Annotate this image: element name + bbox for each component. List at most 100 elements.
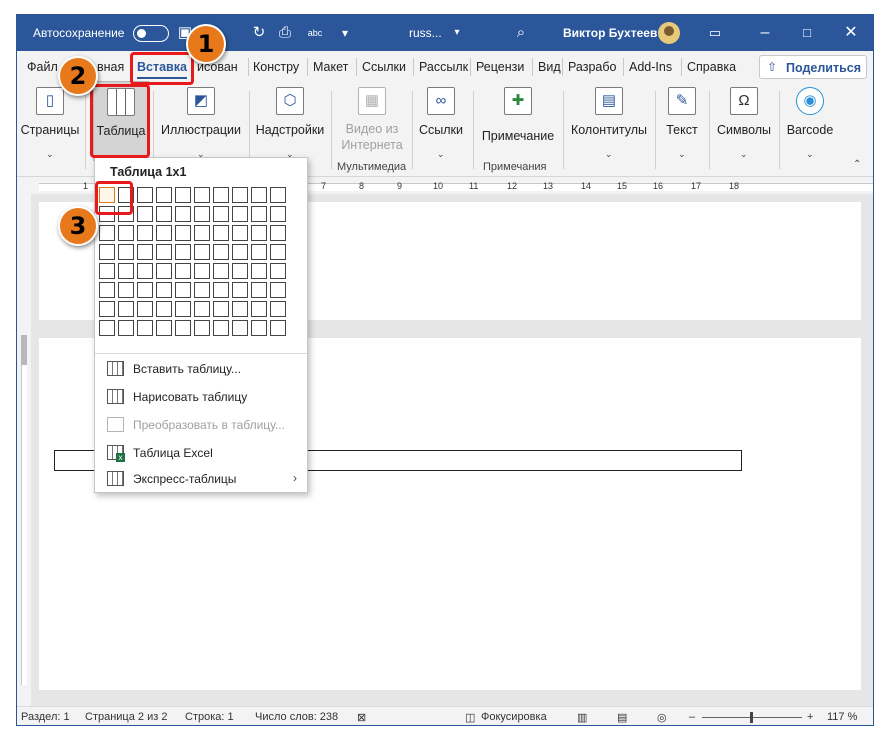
table-grid-cell[interactable] <box>213 301 229 317</box>
zoom-in-button[interactable]: + <box>807 711 813 723</box>
print-layout-icon[interactable]: ▤ <box>617 711 627 724</box>
line-status[interactable]: Строка: 1 <box>185 711 234 723</box>
table-grid-cell[interactable] <box>194 206 210 222</box>
minimize-icon[interactable]: – <box>755 23 775 43</box>
table-grid-cell[interactable] <box>213 206 229 222</box>
table-grid-cell[interactable] <box>175 301 191 317</box>
table-grid-cell[interactable] <box>270 282 286 298</box>
table-grid-cell[interactable] <box>251 225 267 241</box>
table-grid-cell[interactable] <box>213 263 229 279</box>
table-grid-cell[interactable] <box>99 301 115 317</box>
customize-icon[interactable]: ▾ <box>335 23 355 43</box>
table-grid-cell[interactable] <box>156 320 172 336</box>
page-status[interactable]: Страница 2 из 2 <box>85 711 167 723</box>
table-grid-cell[interactable] <box>213 320 229 336</box>
table-grid-cell[interactable] <box>175 263 191 279</box>
table-grid-cell[interactable] <box>175 244 191 260</box>
barcode-button[interactable]: ◉ Barcode ⌄ <box>783 81 837 161</box>
table-grid-cell[interactable] <box>251 244 267 260</box>
table-grid-cell[interactable] <box>118 301 134 317</box>
table-grid-cell[interactable] <box>194 187 210 203</box>
table-grid-cell[interactable] <box>118 320 134 336</box>
table-grid-cell[interactable] <box>251 263 267 279</box>
table-grid-cell[interactable] <box>232 263 248 279</box>
focus-mode[interactable]: Фокусировка <box>481 711 547 723</box>
table-grid-cell[interactable] <box>156 282 172 298</box>
table-grid-cell[interactable] <box>194 282 210 298</box>
tab-developer[interactable]: Разрабо <box>568 60 616 74</box>
insert-table-item[interactable]: Вставить таблицу... <box>95 356 307 382</box>
table-grid-cell[interactable] <box>194 320 210 336</box>
table-grid-cell[interactable] <box>137 206 153 222</box>
table-grid-cell[interactable] <box>251 320 267 336</box>
table-grid-cell[interactable] <box>232 282 248 298</box>
table-grid-cell[interactable] <box>118 282 134 298</box>
table-grid-cell[interactable] <box>118 225 134 241</box>
table-grid-cell[interactable] <box>99 282 115 298</box>
table-grid-cell[interactable] <box>194 301 210 317</box>
comment-button[interactable]: ✚ Примечание <box>477 81 559 161</box>
table-grid-cell[interactable] <box>156 263 172 279</box>
links-button[interactable]: ∞ Ссылки ⌄ <box>415 81 467 161</box>
tab-view[interactable]: Вид <box>538 60 561 74</box>
table-grid-cell[interactable] <box>213 282 229 298</box>
read-mode-icon[interactable]: ▥ <box>577 711 587 724</box>
table-grid-cell[interactable] <box>175 282 191 298</box>
table-grid-cell[interactable] <box>213 187 229 203</box>
table-grid-cell[interactable] <box>270 187 286 203</box>
table-grid-cell[interactable] <box>175 187 191 203</box>
table-grid-cell[interactable] <box>175 206 191 222</box>
tab-references[interactable]: Ссылки <box>362 60 406 74</box>
table-grid-cell[interactable] <box>213 225 229 241</box>
table-grid-cell[interactable] <box>156 187 172 203</box>
table-grid-cell[interactable] <box>194 225 210 241</box>
section-status[interactable]: Раздел: 1 <box>21 711 70 723</box>
table-grid-cell[interactable] <box>175 320 191 336</box>
symbols-button[interactable]: Ω Символы ⌄ <box>713 81 775 161</box>
search-icon[interactable]: ⌕ <box>511 23 531 43</box>
tab-mailings[interactable]: Рассылк <box>419 60 468 74</box>
zoom-level[interactable]: 117 % <box>827 711 857 723</box>
header-footer-button[interactable]: ▤ Колонтитулы ⌄ <box>567 81 651 161</box>
vertical-ruler[interactable] <box>17 335 31 695</box>
table-grid-cell[interactable] <box>137 263 153 279</box>
table-grid-cell[interactable] <box>251 282 267 298</box>
web-layout-icon[interactable]: ◎ <box>657 711 667 724</box>
table-grid-cell[interactable] <box>118 244 134 260</box>
table-grid-cell[interactable] <box>156 301 172 317</box>
table-grid-cell[interactable] <box>213 244 229 260</box>
spelling-icon[interactable]: abc <box>305 23 325 43</box>
tab-addins[interactable]: Add-Ins <box>629 60 672 74</box>
table-grid-cell[interactable] <box>270 225 286 241</box>
table-grid-cell[interactable] <box>99 320 115 336</box>
avatar[interactable] <box>658 22 680 44</box>
table-grid-cell[interactable] <box>270 244 286 260</box>
table-grid-cell[interactable] <box>99 263 115 279</box>
online-video-button[interactable]: ▦ Видео из Интернета <box>335 81 409 161</box>
table-grid-cell[interactable] <box>270 206 286 222</box>
table-grid-cell[interactable] <box>232 320 248 336</box>
draw-table-item[interactable]: Нарисовать таблицу <box>95 384 307 410</box>
table-grid-cell[interactable] <box>156 206 172 222</box>
chevron-down-icon[interactable]: ▾ <box>447 23 467 43</box>
tab-file[interactable]: Файл <box>27 60 58 74</box>
document-title[interactable]: russ... <box>409 26 442 40</box>
table-grid-cell[interactable] <box>232 244 248 260</box>
excel-table-item[interactable]: Таблица Excel <box>95 440 307 466</box>
table-grid-cell[interactable] <box>99 244 115 260</box>
tab-design[interactable]: Констру <box>253 60 299 74</box>
table-grid-cell[interactable] <box>270 320 286 336</box>
table-grid-cell[interactable] <box>251 301 267 317</box>
table-grid-cell[interactable] <box>232 187 248 203</box>
table-grid-cell[interactable] <box>137 225 153 241</box>
maximize-icon[interactable]: □ <box>797 23 817 43</box>
table-grid-cell[interactable] <box>251 206 267 222</box>
user-name[interactable]: Виктор Бухтеев <box>563 26 657 40</box>
addins-button[interactable]: ⬡ Надстройки ⌄ <box>253 81 327 161</box>
tab-help[interactable]: Справка <box>687 60 736 74</box>
table-grid-cell[interactable] <box>232 206 248 222</box>
focus-icon[interactable]: ◫ <box>465 711 475 724</box>
proofing-icon[interactable]: ⊠ <box>357 711 366 724</box>
table-grid-cell[interactable] <box>194 244 210 260</box>
collapse-ribbon-icon[interactable]: ⌃ <box>853 159 861 170</box>
